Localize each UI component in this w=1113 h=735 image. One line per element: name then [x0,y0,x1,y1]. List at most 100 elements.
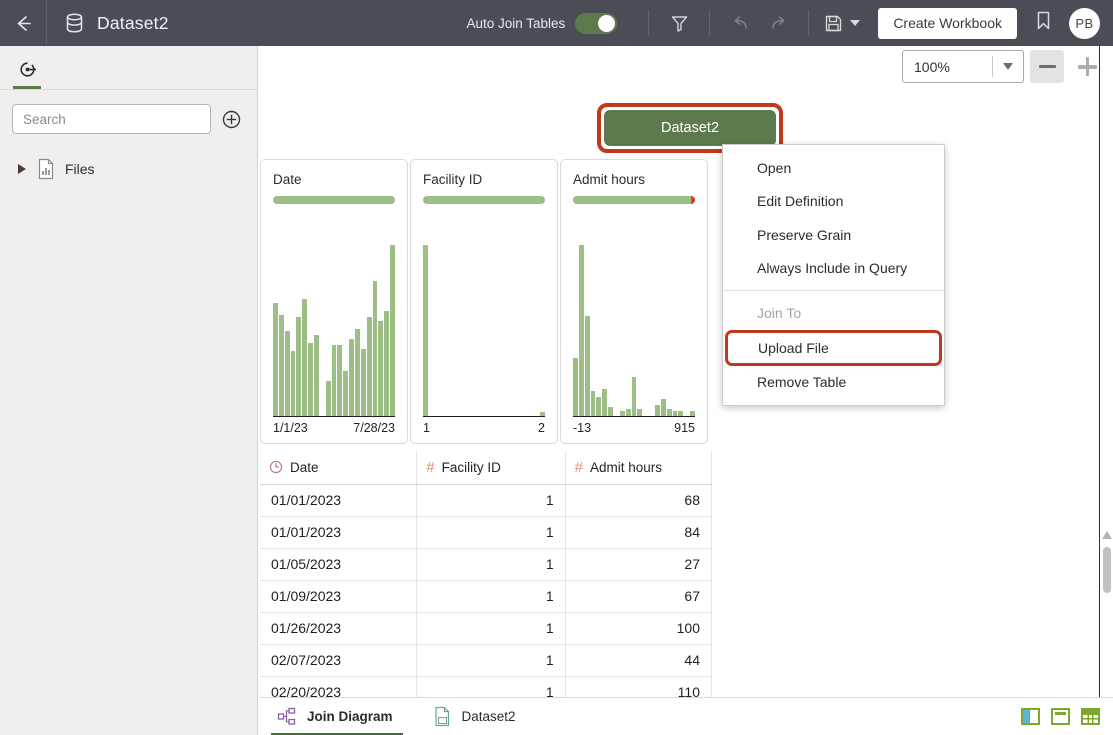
tab-label: Dataset2 [462,709,516,724]
preview-card-title: Admit hours [573,172,695,187]
table-row[interactable]: 02/07/2023144 [260,644,712,676]
menu-item-remove-table[interactable]: Remove Table [723,366,944,400]
table-row[interactable]: 01/01/2023168 [260,484,712,516]
histogram-axis-line [423,416,545,418]
redo-icon [768,14,789,33]
scroll-thumb[interactable] [1103,547,1111,593]
histogram-bar [349,339,354,417]
sidebar-tab-connections[interactable] [0,45,54,89]
create-workbook-button[interactable]: Create Workbook [878,8,1017,39]
search-input[interactable] [12,104,211,134]
histogram-bar [596,397,601,417]
menu-item-always-include-in-query[interactable]: Always Include in Query [723,252,944,286]
table-row[interactable]: 01/01/2023184 [260,516,712,548]
histogram-axis-line [273,416,395,418]
header-divider [46,0,47,46]
column-header-admit-hours[interactable]: # Admit hours [565,451,711,484]
grid-vertical-scrollbar[interactable] [1100,531,1113,611]
minus-icon [1039,65,1056,69]
table-cell: 01/01/2023 [260,484,417,516]
menu-item-upload-file[interactable]: Upload File [725,330,942,366]
table-cell: 01/01/2023 [260,516,417,548]
histogram-bars [273,245,395,417]
back-button[interactable] [0,0,46,46]
menu-divider [723,290,944,291]
menu-item-open[interactable]: Open [723,151,944,185]
table-row[interactable]: 01/09/2023167 [260,580,712,612]
table-cell: 1 [417,612,565,644]
histogram-date [273,212,395,417]
histogram-axis-labels: 1/1/23 7/28/23 [273,417,395,443]
quality-bar-good [573,196,691,204]
bookmark-icon [1035,10,1052,31]
table-cell: 68 [565,484,711,516]
redo-button[interactable] [763,8,793,38]
arrow-left-icon [13,13,34,34]
preview-card-facility-id: Facility ID 1 2 [410,159,558,444]
preview-card-title: Facility ID [423,172,545,187]
histogram-bar [373,281,378,417]
quality-bar-bad [691,196,695,204]
chevron-down-icon[interactable] [993,63,1023,70]
table-context-menu: Open Edit Definition Preserve Grain Alwa… [722,144,945,406]
chevron-right-icon[interactable] [18,164,26,174]
table-row[interactable]: 01/26/20231100 [260,612,712,644]
histogram-bar [361,349,366,417]
table-row[interactable]: 01/05/2023127 [260,548,712,580]
zoom-level-value: 100% [903,59,992,75]
toolbar-divider-2 [709,10,710,36]
histogram-bar [314,335,319,417]
table-cell: 67 [565,580,711,612]
axis-max-label: 915 [674,421,695,435]
axis-max-label: 7/28/23 [353,421,395,435]
column-header-label: Facility ID [442,460,501,475]
menu-item-edit-definition[interactable]: Edit Definition [723,185,944,219]
sidebar-tab-strip [0,46,257,90]
histogram-bar [291,351,296,417]
zoom-out-button[interactable] [1030,50,1064,83]
menu-item-preserve-grain[interactable]: Preserve Grain [723,218,944,252]
stacked-view-icon[interactable] [1050,707,1071,726]
histogram-bar [332,345,337,417]
axis-min-label: 1/1/23 [273,421,308,435]
preview-card-admit-hours: Admit hours -13 915 [560,159,708,444]
dataset-node[interactable]: Dataset2 [604,110,776,146]
table-cell: 27 [565,548,711,580]
table-cell: 84 [565,516,711,548]
auto-join-tables-toggle[interactable] [575,13,617,34]
toggle-knob [598,15,615,32]
bookmark-button[interactable] [1035,10,1052,36]
column-header-label: Date [290,460,319,475]
scroll-up-arrow[interactable] [1102,531,1112,539]
add-dataset-button[interactable] [217,105,245,133]
join-diagram-icon [277,707,296,726]
histogram-bar [355,329,360,417]
column-header-date[interactable]: Date [260,451,417,484]
undo-button[interactable] [725,8,755,38]
data-preview-grid: Date # Facility ID # Adm [260,451,712,701]
table-cell: 1 [417,548,565,580]
histogram-axis-labels: -13 915 [573,417,695,443]
table-cell: 01/26/2023 [260,612,417,644]
user-avatar[interactable]: PB [1069,8,1100,39]
save-button[interactable] [824,14,860,33]
preview-card-date: Date 1/1/23 7/28/23 [260,159,408,444]
histogram-bar [337,345,342,417]
filter-button[interactable] [664,8,694,38]
sidebar-item-files[interactable]: Files [0,154,257,184]
histogram-facility-id [423,212,545,417]
tab-dataset2[interactable]: Dataset2 [415,698,538,735]
sidebar-search-row [0,90,257,134]
split-view-icon[interactable] [1020,707,1041,726]
histogram-bar [378,321,383,417]
grid-view-icon[interactable] [1080,707,1101,726]
zoom-level-select[interactable]: 100% [902,50,1024,83]
plus-icon [1078,57,1097,76]
tab-join-diagram[interactable]: Join Diagram [259,698,415,735]
zoom-in-button[interactable] [1070,50,1104,83]
menu-item-join-to: Join To [723,296,944,330]
histogram-bar [585,316,590,417]
column-header-facility-id[interactable]: # Facility ID [417,451,565,484]
save-dropdown-caret[interactable] [850,20,860,26]
connections-icon [18,60,37,79]
